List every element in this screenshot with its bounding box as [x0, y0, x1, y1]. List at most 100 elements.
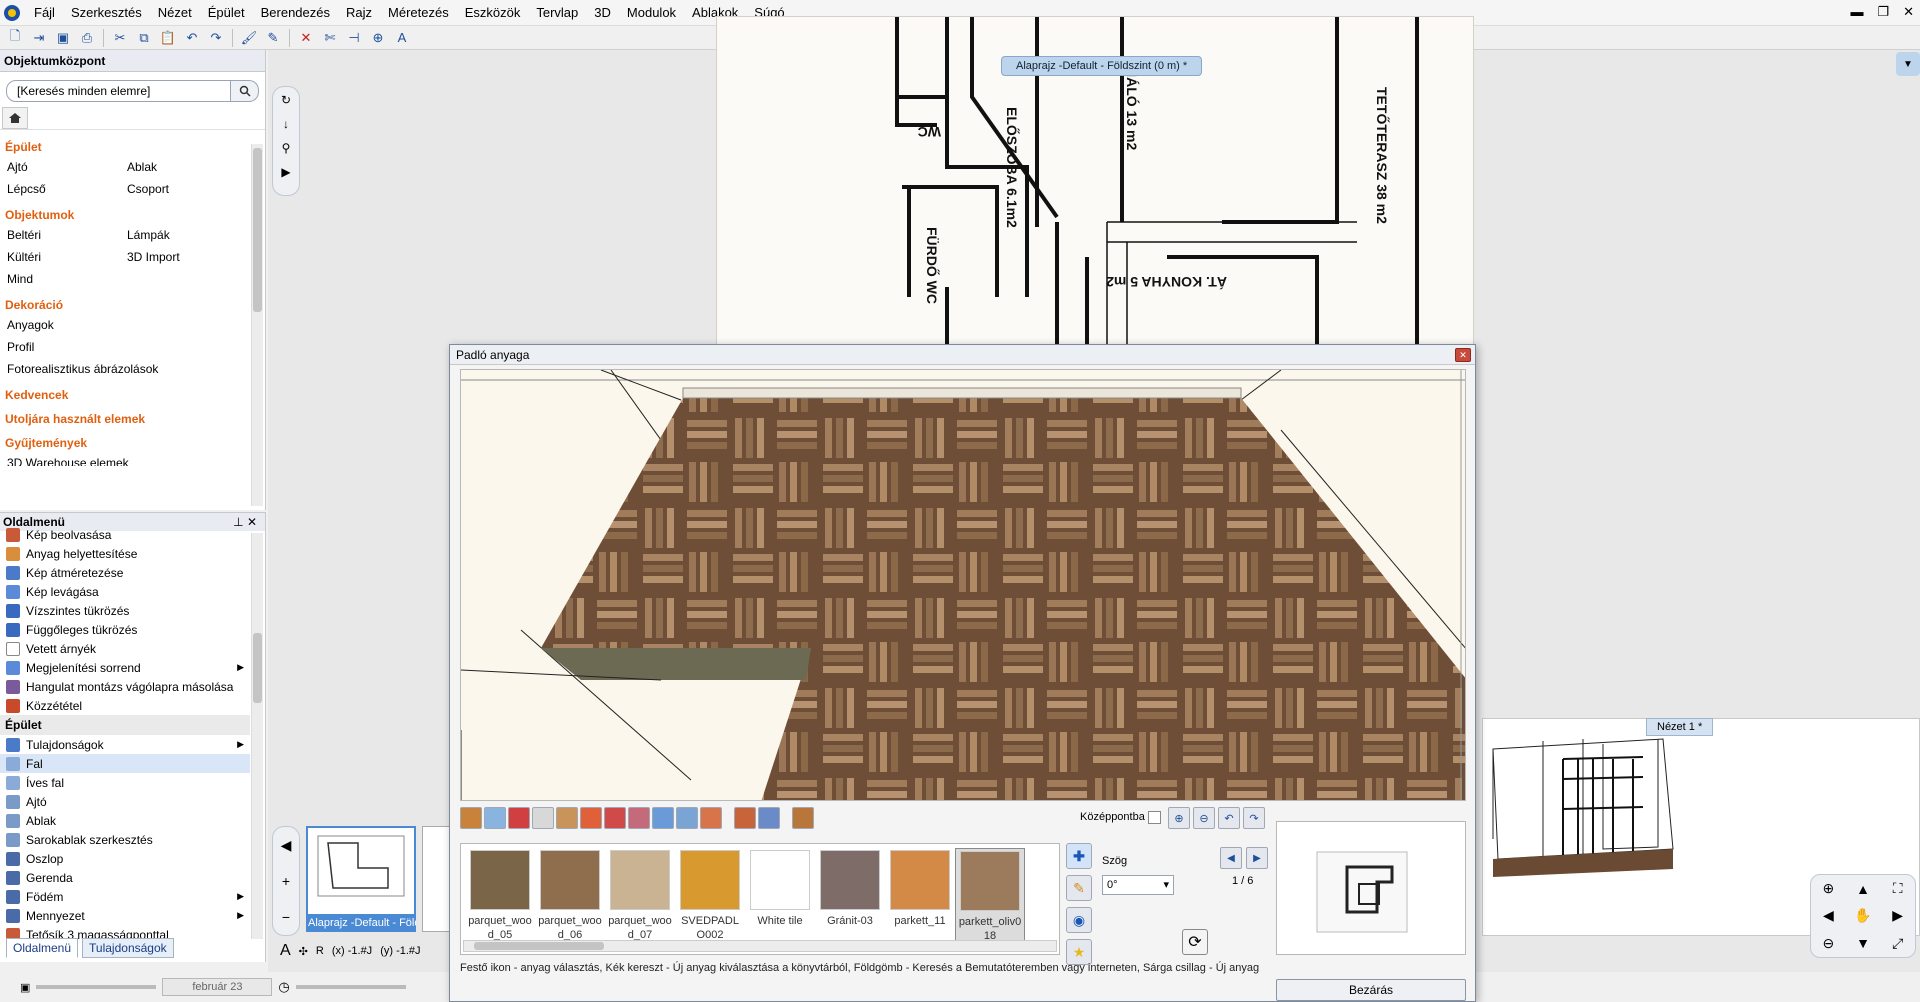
- prev-icon[interactable]: ◀: [281, 837, 292, 854]
- new-file-icon[interactable]: 🗋: [4, 28, 26, 48]
- refresh-icon[interactable]: ⟳: [1182, 929, 1208, 955]
- paste-icon[interactable]: 📋: [157, 28, 179, 48]
- menu-view[interactable]: Nézet: [150, 0, 200, 26]
- menu-tools[interactable]: Eszközök: [457, 0, 529, 26]
- snap-icon[interactable]: ✣: [299, 945, 308, 958]
- scrollbar-thumb[interactable]: [474, 942, 604, 950]
- material-preview-3d[interactable]: [460, 369, 1466, 801]
- plan-view-tab[interactable]: Alaprajz -Default - Földszint (0 m) *: [1001, 56, 1203, 76]
- category-item-all[interactable]: Mind: [7, 270, 127, 288]
- plus-icon[interactable]: +: [282, 873, 290, 889]
- copy-icon[interactable]: ⧉: [133, 28, 155, 48]
- minimize-icon[interactable]: ▬: [1850, 4, 1863, 20]
- brush-icon[interactable]: 🖌: [238, 28, 260, 48]
- open-file-icon[interactable]: ⇥: [28, 28, 50, 48]
- material-swatch[interactable]: parkett_oliv018: [955, 848, 1025, 944]
- material-strip-scrollbar[interactable]: [463, 940, 1057, 952]
- time-slider[interactable]: [295, 985, 406, 989]
- category-objects[interactable]: Objektumok: [5, 208, 265, 222]
- material-swatch[interactable]: Gránit-03: [815, 848, 885, 944]
- app-logo-icon[interactable]: [4, 4, 20, 21]
- side-item-publish[interactable]: Közzététel: [0, 696, 250, 715]
- glass-mat-icon[interactable]: [652, 807, 674, 829]
- close-icon[interactable]: ✕: [1903, 4, 1914, 20]
- menu-furnishing[interactable]: Berendezés: [253, 0, 338, 26]
- print-icon[interactable]: ⎙: [76, 28, 98, 48]
- view-3d-tab[interactable]: Nézet 1 *: [1646, 718, 1714, 736]
- status-slider[interactable]: [36, 985, 157, 989]
- category-decoration[interactable]: Dekoráció: [5, 298, 265, 312]
- material-swatch[interactable]: parquet_wood_05: [465, 848, 535, 944]
- category-item-indoor[interactable]: Beltéri: [7, 226, 127, 244]
- next-page-icon[interactable]: ▶: [1246, 847, 1268, 869]
- roof-mat-icon[interactable]: [556, 807, 578, 829]
- side-item-import-image[interactable]: Kép beolvasása: [0, 525, 250, 544]
- second-thumbnail[interactable]: [422, 826, 452, 932]
- material-swatch[interactable]: White tile: [745, 848, 815, 944]
- menu-dimension[interactable]: Méretezés: [380, 0, 457, 26]
- move-down-icon[interactable]: ↓: [283, 117, 289, 131]
- side-item-curved-wall[interactable]: Íves fal: [0, 773, 250, 792]
- material-swatch[interactable]: SVEDPADLO002: [675, 848, 745, 944]
- left-icon[interactable]: ◀: [1823, 907, 1834, 924]
- dialog-close-icon[interactable]: ✕: [1455, 348, 1471, 362]
- align-center-icon[interactable]: ⊕: [367, 28, 389, 48]
- search-input[interactable]: [6, 80, 231, 102]
- side-item-window[interactable]: Ablak: [0, 811, 250, 830]
- category-item-lamps[interactable]: Lámpák: [127, 226, 247, 244]
- object-center-scrollbar[interactable]: [251, 144, 263, 506]
- date-field[interactable]: február 23: [162, 978, 273, 996]
- tab-side-menu[interactable]: Oldalmenü: [6, 938, 79, 958]
- scissors-icon[interactable]: ✄: [319, 28, 341, 48]
- category-item-3d-warehouse[interactable]: 3D Warehouse elemek: [7, 454, 247, 466]
- category-item-stairs[interactable]: Lépcső: [7, 180, 127, 198]
- side-item-properties[interactable]: Tulajdonságok ▶: [0, 735, 250, 754]
- restore-icon[interactable]: ❐: [1877, 4, 1889, 20]
- mini-plan-preview[interactable]: [1276, 821, 1466, 955]
- cut-icon[interactable]: ✂: [109, 28, 131, 48]
- material-swatch[interactable]: parquet_wood_06: [535, 848, 605, 944]
- rotate-icon[interactable]: ↻: [281, 93, 291, 107]
- category-collections[interactable]: Gyűjtemények: [5, 436, 265, 450]
- close-button[interactable]: Bezárás: [1276, 979, 1466, 1001]
- pencil-icon[interactable]: ✎: [1066, 875, 1092, 901]
- side-item-column[interactable]: Oszlop: [0, 849, 250, 868]
- menu-edit[interactable]: Szerkesztés: [63, 0, 150, 26]
- right-icon[interactable]: ▶: [1892, 907, 1903, 924]
- side-item-flip-vertical[interactable]: Függőleges tükrözés: [0, 620, 250, 639]
- expand-icon[interactable]: ⤢: [1892, 935, 1903, 952]
- eyedropper-icon[interactable]: ✎: [262, 28, 284, 48]
- brick-mat-icon[interactable]: [700, 807, 722, 829]
- pan-hand-icon[interactable]: ✋: [1854, 907, 1871, 924]
- home-icon[interactable]: [2, 106, 28, 129]
- panel-mat-icon[interactable]: [532, 807, 554, 829]
- wall-mat-icon[interactable]: [508, 807, 530, 829]
- category-recent[interactable]: Utoljára használt elemek: [5, 412, 265, 426]
- furniture-mat-icon[interactable]: [792, 807, 814, 829]
- globe-icon[interactable]: ◉: [1066, 907, 1092, 933]
- text-icon[interactable]: A: [391, 28, 413, 48]
- material-swatch[interactable]: parquet_wood_07: [605, 848, 675, 944]
- delete-icon[interactable]: ✕: [295, 28, 317, 48]
- door-mat-icon[interactable]: [460, 807, 482, 829]
- menu-building[interactable]: Épület: [200, 0, 253, 26]
- play-icon[interactable]: ▶: [281, 165, 290, 179]
- tile-mat-icon[interactable]: [676, 807, 698, 829]
- water-mat-icon[interactable]: [758, 807, 780, 829]
- save-icon[interactable]: ▣: [52, 28, 74, 48]
- category-favorites[interactable]: Kedvencek: [5, 388, 265, 402]
- category-item-window[interactable]: Ablak: [127, 158, 247, 176]
- category-item-group[interactable]: Csoport: [127, 180, 247, 198]
- side-item-wall[interactable]: Fal: [0, 754, 250, 773]
- undo-preview-icon[interactable]: ↶: [1218, 807, 1240, 829]
- category-item-materials[interactable]: Anyagok: [7, 316, 247, 334]
- scrollbar-thumb[interactable]: [253, 148, 262, 312]
- fit-icon[interactable]: ⛶: [1893, 880, 1903, 897]
- menu-modules[interactable]: Modulok: [619, 0, 684, 26]
- zoom-in-preview-icon[interactable]: ⊕: [1168, 807, 1190, 829]
- side-item-crop-image[interactable]: Kép levágása: [0, 582, 250, 601]
- side-item-display-order[interactable]: Megjelenítési sorrend ▶: [0, 658, 250, 677]
- category-item-photorealistic[interactable]: Fotorealisztikus ábrázolások: [7, 360, 247, 378]
- side-item-door[interactable]: Ajtó: [0, 792, 250, 811]
- down-icon[interactable]: ▼: [1856, 935, 1870, 951]
